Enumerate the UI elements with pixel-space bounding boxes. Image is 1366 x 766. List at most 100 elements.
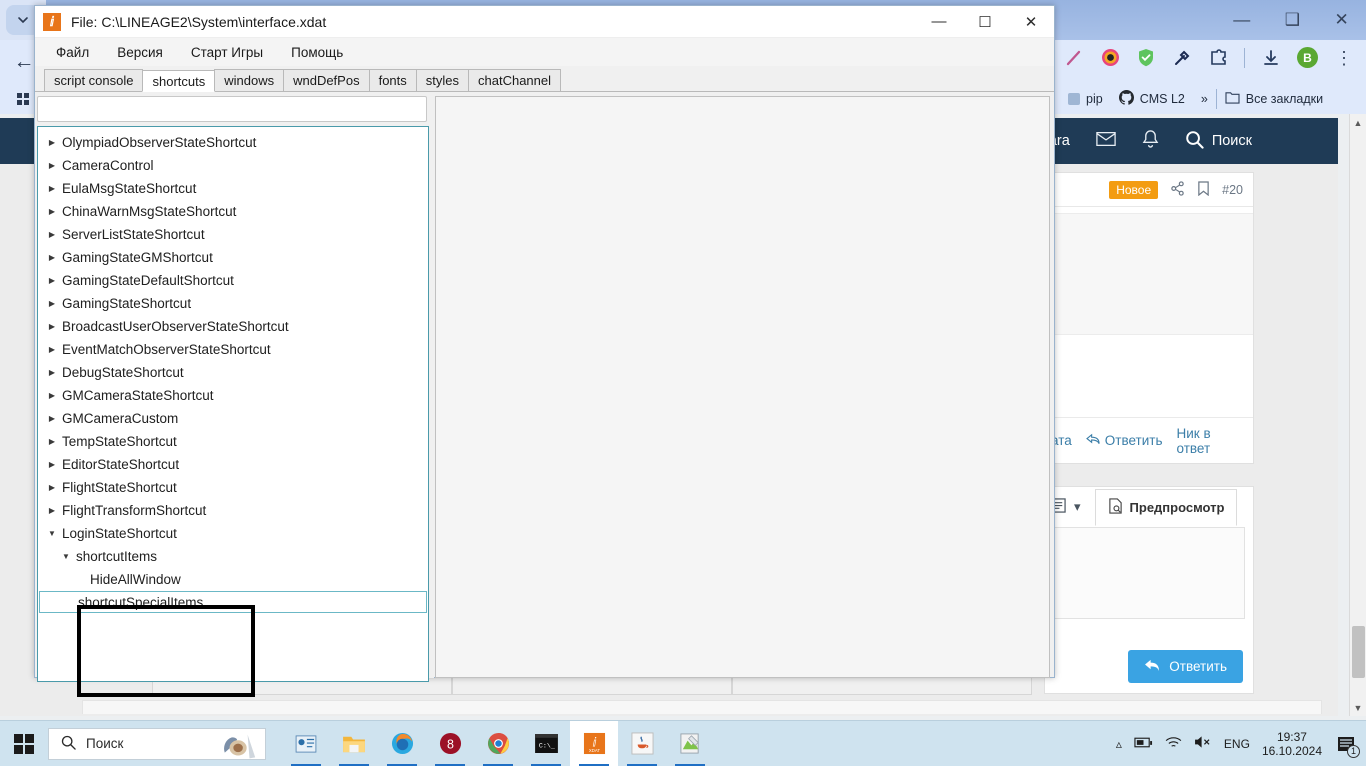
xdat-editor-icon[interactable]: ⅈ XDAT bbox=[570, 720, 618, 766]
chevron-down-icon[interactable]: ▼ bbox=[60, 552, 72, 561]
tree-node[interactable]: ▶ EditorStateShortcut bbox=[38, 453, 428, 476]
tree-node[interactable]: ▶ FlightTransformShortcut bbox=[38, 499, 428, 522]
menu-version[interactable]: Версия bbox=[106, 41, 174, 64]
bookmarks-overflow-icon[interactable]: » bbox=[1193, 92, 1216, 106]
camera-extension-icon[interactable] bbox=[1100, 48, 1120, 68]
battery-icon[interactable] bbox=[1134, 736, 1153, 752]
tree-node[interactable]: ▶ ChinaWarnMsgStateShortcut bbox=[38, 200, 428, 223]
chevron-right-icon[interactable]: ▶ bbox=[46, 437, 58, 446]
chevron-right-icon[interactable]: ▶ bbox=[46, 483, 58, 492]
tree-node[interactable]: ▶ GamingStateDefaultShortcut bbox=[38, 269, 428, 292]
tree-node[interactable]: ▶ EulaMsgStateShortcut bbox=[38, 177, 428, 200]
scroll-down-arrow[interactable]: ▼ bbox=[1350, 699, 1366, 716]
download-icon[interactable] bbox=[1261, 48, 1281, 68]
tab-shortcuts[interactable]: shortcuts bbox=[142, 70, 216, 92]
tree-node[interactable]: ▶ GMCameraStateShortcut bbox=[38, 384, 428, 407]
envelope-icon[interactable] bbox=[1096, 131, 1116, 151]
chevron-down-icon[interactable]: ▼ bbox=[46, 529, 58, 538]
wifi-icon[interactable] bbox=[1165, 736, 1182, 752]
tree-node[interactable]: ▶ OlympiadObserverStateShortcut bbox=[38, 131, 428, 154]
clock[interactable]: 19:37 16.10.2024 bbox=[1262, 730, 1322, 758]
nick-reply-button[interactable]: Ник в ответ bbox=[1177, 426, 1245, 456]
language-indicator[interactable]: ENG bbox=[1224, 737, 1250, 751]
chevron-right-icon[interactable]: ▶ bbox=[46, 230, 58, 239]
chrome-icon[interactable] bbox=[474, 721, 522, 766]
chevron-right-icon[interactable]: ▶ bbox=[46, 391, 58, 400]
all-bookmarks-button[interactable]: Все закладки bbox=[1217, 91, 1331, 107]
tab-script-console[interactable]: script console bbox=[44, 69, 144, 91]
tab-chatchannel[interactable]: chatChannel bbox=[468, 69, 561, 91]
chevron-right-icon[interactable]: ▶ bbox=[46, 276, 58, 285]
puzzle-extension-icon[interactable] bbox=[1208, 48, 1228, 68]
tree-node[interactable]: ▶ BroadcastUserObserverStateShortcut bbox=[38, 315, 428, 338]
chevron-right-icon[interactable]: ▶ bbox=[46, 414, 58, 423]
menu-file[interactable]: Файл bbox=[45, 41, 100, 64]
java-icon[interactable] bbox=[618, 721, 666, 766]
chevron-right-icon[interactable]: ▶ bbox=[46, 506, 58, 515]
shortcuts-tree-panel[interactable]: ▶ OlympiadObserverStateShortcut ▶ CameraCon… bbox=[37, 126, 429, 682]
shortcut-properties-pane[interactable] bbox=[435, 96, 1050, 678]
menu-help[interactable]: Помощь bbox=[280, 41, 354, 64]
scroll-up-arrow[interactable]: ▲ bbox=[1350, 114, 1366, 131]
bell-icon[interactable] bbox=[1142, 130, 1159, 152]
taskbar-search-box[interactable]: Поиск bbox=[48, 727, 266, 760]
volume-muted-icon[interactable] bbox=[1194, 735, 1212, 752]
chevron-right-icon[interactable]: ▶ bbox=[46, 299, 58, 308]
notifications-icon[interactable]: 1 bbox=[1334, 732, 1360, 758]
opera-gx-icon[interactable]: 8 bbox=[426, 721, 474, 766]
command-prompt-icon[interactable]: C:\_ bbox=[522, 721, 570, 766]
tree-node[interactable]: ▶ EventMatchObserverStateShortcut bbox=[38, 338, 428, 361]
app-maximize-button[interactable]: ☐ bbox=[962, 6, 1008, 38]
tree-node[interactable]: ▶ GMCameraCustom bbox=[38, 407, 428, 430]
chevron-right-icon[interactable]: ▶ bbox=[46, 345, 58, 354]
menu-start-game[interactable]: Старт Игры bbox=[180, 41, 274, 64]
tree-node[interactable]: ▼ shortcutItems bbox=[38, 545, 428, 568]
search-input[interactable] bbox=[37, 96, 427, 122]
app-close-button[interactable]: ✕ bbox=[1008, 6, 1054, 38]
file-explorer-icon[interactable] bbox=[330, 721, 378, 766]
browser-restore-icon[interactable]: ❑ bbox=[1285, 10, 1300, 30]
pen-extension-icon[interactable] bbox=[1064, 48, 1084, 68]
bookmark-pip[interactable]: pip bbox=[1060, 92, 1111, 106]
kebab-menu-icon[interactable]: ⋮ bbox=[1334, 48, 1354, 68]
cortana-icon[interactable] bbox=[221, 731, 259, 766]
bookmark-icon[interactable] bbox=[1197, 180, 1210, 199]
scrollbar-thumb[interactable] bbox=[1352, 626, 1365, 678]
chevron-right-icon[interactable]: ▶ bbox=[46, 322, 58, 331]
site-search-button[interactable]: Поиск bbox=[1185, 130, 1252, 153]
chevron-right-icon[interactable]: ▶ bbox=[46, 184, 58, 193]
notepad-plus-icon[interactable] bbox=[666, 721, 714, 766]
tree-node[interactable]: shortcutSpecialItems bbox=[39, 591, 427, 613]
tab-windows[interactable]: windows bbox=[214, 69, 285, 91]
browser-close-icon[interactable]: ✕ bbox=[1335, 10, 1349, 30]
share-icon[interactable] bbox=[1170, 180, 1185, 199]
page-scrollbar[interactable]: ▲ ▼ bbox=[1349, 114, 1366, 716]
preview-tab[interactable]: Предпросмотр bbox=[1094, 488, 1238, 526]
tree-node[interactable]: ▶ GamingStateShortcut bbox=[38, 292, 428, 315]
task-view-icon[interactable] bbox=[282, 721, 330, 766]
eyedropper-icon[interactable] bbox=[1172, 48, 1192, 68]
tree-node[interactable]: HideAllWindow bbox=[38, 568, 428, 591]
shield-check-icon[interactable] bbox=[1136, 48, 1156, 68]
post-reply-button[interactable]: Ответить bbox=[1085, 433, 1163, 449]
tree-node[interactable]: ▶ ServerListStateShortcut bbox=[38, 223, 428, 246]
chevron-right-icon[interactable]: ▶ bbox=[46, 138, 58, 147]
tree-node[interactable]: ▼ LoginStateShortcut bbox=[38, 522, 428, 545]
chevron-right-icon[interactable]: ▶ bbox=[46, 161, 58, 170]
chevron-right-icon[interactable]: ▶ bbox=[46, 253, 58, 262]
tree-node[interactable]: ▶ DebugStateShortcut bbox=[38, 361, 428, 384]
show-hidden-icons[interactable]: ▵ bbox=[1116, 737, 1122, 751]
chevron-right-icon[interactable]: ▶ bbox=[46, 207, 58, 216]
tab-styles[interactable]: styles bbox=[415, 69, 469, 91]
browser-window-controls[interactable]: — ❑ ✕ bbox=[1216, 0, 1366, 40]
windows-start-icon[interactable] bbox=[0, 721, 48, 766]
tab-fonts[interactable]: fonts bbox=[368, 69, 417, 91]
tree-node[interactable]: ▶ CameraControl bbox=[38, 154, 428, 177]
tree-node[interactable]: ▶ FlightStateShortcut bbox=[38, 476, 428, 499]
bookmark-cms-l2[interactable]: CMS L2 bbox=[1111, 90, 1193, 108]
grid-icon[interactable] bbox=[10, 88, 36, 110]
chevron-right-icon[interactable]: ▶ bbox=[46, 368, 58, 377]
firefox-icon[interactable] bbox=[378, 721, 426, 766]
tab-wnddefpos[interactable]: wndDefPos bbox=[283, 69, 370, 91]
tree-scroll-area[interactable]: ▶ OlympiadObserverStateShortcut ▶ CameraCon… bbox=[38, 127, 428, 681]
